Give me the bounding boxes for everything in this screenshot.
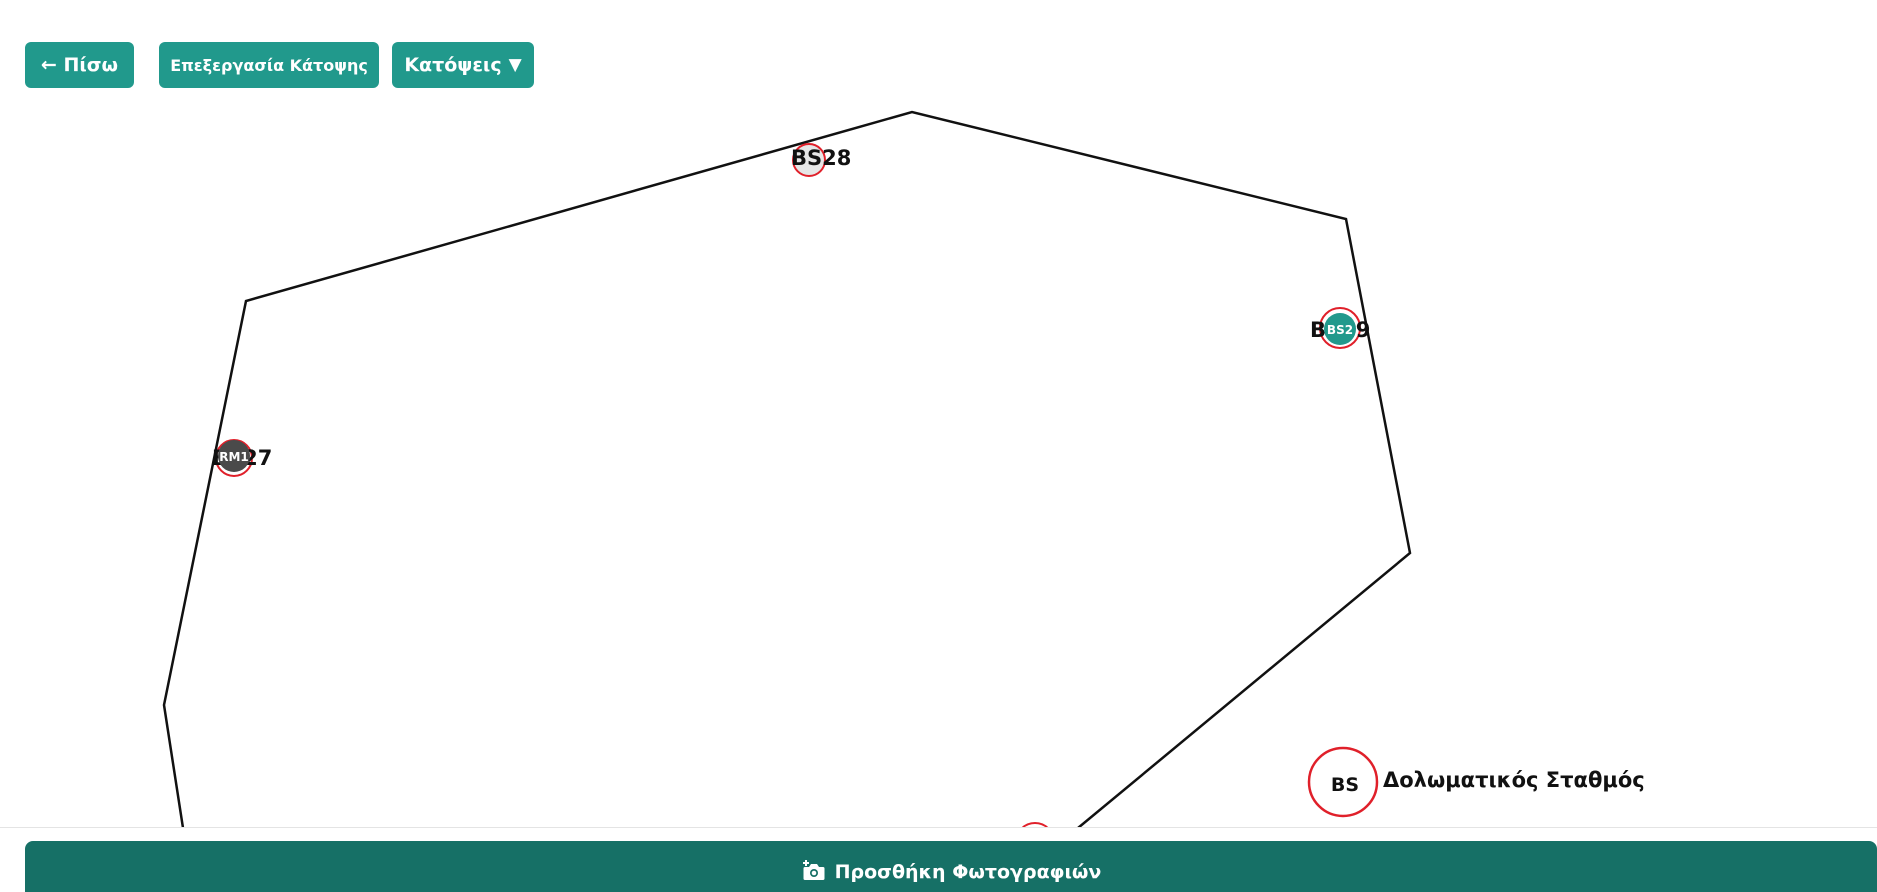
legend: BS Δολωματικός Σταθμός [1307,746,1645,818]
edit-plan-button[interactable]: Επεξεργασία Κάτοψης [159,42,379,88]
legend-label: Δολωματικός Σταθμός [1383,768,1645,792]
add-photos-button[interactable]: Προσθήκη Φωτογραφιών [25,841,1877,892]
station-bubble-bs27: RM1 [219,450,249,464]
floor-plan-outline [162,110,1412,828]
add-photos-label: Προσθήκη Φωτογραφιών [834,860,1102,883]
station-label-bs28: BS28 [791,146,851,170]
bottom-divider [0,827,1877,828]
legend-symbol-text: BS [1331,774,1359,796]
add-photo-icon [801,858,827,882]
station-marker-bs29[interactable]: BS29 BS2 [1310,307,1370,349]
back-button[interactable]: ← Πίσω [25,42,134,88]
plans-dropdown-button[interactable]: Κατόψεις ▼ [392,42,534,88]
station-marker-bs27[interactable]: BS27 RM1 [212,439,272,477]
plans-dropdown-label: Κατόψεις [404,54,502,76]
station-marker-bs28[interactable]: BS28 [791,143,851,177]
station-bubble-bs29: BS2 [1327,323,1353,337]
caret-down-icon: ▼ [508,55,522,75]
floor-plan-canvas[interactable]: BS28 BS29 BS2 BS27 RM1 BS Δολωματικός Στ… [0,0,1877,828]
